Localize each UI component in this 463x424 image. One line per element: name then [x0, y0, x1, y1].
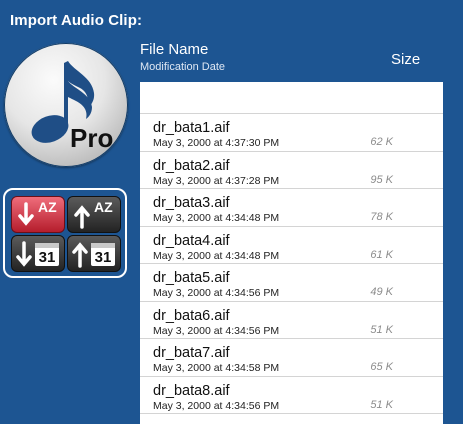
- file-list[interactable]: dr_bata1.aif May 3, 2000 at 4:37:30 PM 6…: [140, 82, 443, 424]
- file-date: May 3, 2000 at 4:37:28 PM: [153, 174, 280, 187]
- size-column-header[interactable]: Size: [391, 51, 420, 68]
- sort-date-ascending-button[interactable]: 31: [67, 235, 121, 272]
- file-size: 78 K: [370, 211, 393, 223]
- sort-date-ascending-label: 31: [94, 249, 112, 266]
- file-name: dr_bata7.aif: [153, 345, 230, 361]
- file-date: May 3, 2000 at 4:34:56 PM: [153, 399, 280, 412]
- arrow-up-icon: [72, 242, 88, 268]
- file-date: May 3, 2000 at 4:34:48 PM: [153, 249, 280, 262]
- file-size: 49 K: [370, 286, 393, 298]
- file-row[interactable]: dr_bata7.aif May 3, 2000 at 4:34:58 PM 6…: [140, 339, 443, 377]
- file-date: May 3, 2000 at 4:34:56 PM: [153, 287, 280, 299]
- file-name: dr_bata6.aif: [153, 307, 230, 324]
- file-name-column-header[interactable]: File Name: [140, 41, 208, 58]
- dialog-title: Import Audio Clip:: [10, 12, 143, 29]
- sort-name-descending-label: AZ: [38, 199, 57, 215]
- file-row[interactable]: dr_bata8.aif May 3, 2000 at 4:34:56 PM 5…: [140, 377, 443, 414]
- file-name: dr_bata2.aif: [153, 157, 230, 174]
- file-row[interactable]: dr_bata5.aif May 3, 2000 at 4:34:56 PM 4…: [140, 264, 443, 302]
- file-size: 65 K: [370, 361, 393, 373]
- file-name: dr_bata5.aif: [153, 270, 230, 286]
- file-name: dr_bata8.aif: [153, 382, 230, 399]
- sort-date-descending-label: 31: [38, 249, 56, 266]
- sort-date-descending-button[interactable]: 31: [11, 235, 65, 272]
- file-row[interactable]: dr_bata3.aif May 3, 2000 at 4:34:48 PM 7…: [140, 189, 443, 227]
- file-row[interactable]: dr_bata4.aif May 3, 2000 at 4:34:48 PM 6…: [140, 227, 443, 264]
- file-date: May 3, 2000 at 4:34:58 PM: [153, 362, 280, 374]
- file-row[interactable]: dr_bata1.aif May 3, 2000 at 4:37:30 PM 6…: [140, 114, 443, 152]
- file-row[interactable]: dr_bata2.aif May 3, 2000 at 4:37:28 PM 9…: [140, 152, 443, 189]
- file-size: 62 K: [370, 136, 393, 148]
- sort-name-ascending-label: AZ: [94, 199, 113, 215]
- modification-date-column-header[interactable]: Modification Date: [140, 61, 225, 73]
- file-name: dr_bata4.aif: [153, 232, 230, 249]
- file-name: dr_bata1.aif: [153, 120, 230, 136]
- music-note-icon: Pro: [31, 61, 113, 153]
- file-date: May 3, 2000 at 4:34:48 PM: [153, 212, 280, 224]
- file-date: May 3, 2000 at 4:37:30 PM: [153, 137, 280, 149]
- logo-text: Pro: [70, 123, 113, 153]
- file-size: 51 K: [370, 323, 393, 336]
- file-row[interactable]: dr_bata6.aif May 3, 2000 at 4:34:56 PM 5…: [140, 302, 443, 339]
- file-name: dr_bata3.aif: [153, 195, 230, 211]
- sort-name-descending-button[interactable]: AZ: [11, 196, 65, 233]
- list-header-spacer: [140, 82, 443, 114]
- file-size: 51 K: [370, 398, 393, 411]
- file-size: 61 K: [370, 248, 393, 261]
- file-date: May 3, 2000 at 4:34:56 PM: [153, 324, 280, 337]
- arrow-down-icon: [16, 241, 32, 267]
- file-size: 95 K: [370, 173, 393, 186]
- app-logo: Pro: [4, 43, 128, 167]
- sort-options-panel: AZ AZ 31 31: [3, 188, 127, 278]
- sort-name-ascending-button[interactable]: AZ: [67, 196, 121, 233]
